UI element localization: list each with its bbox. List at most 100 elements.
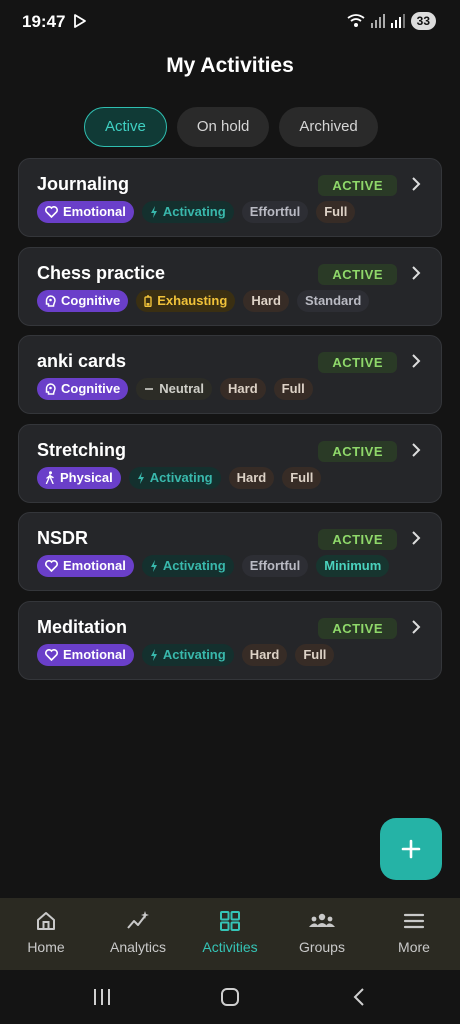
groups-icon [309, 913, 335, 927]
add-activity-button[interactable] [380, 818, 442, 880]
tag-list: Emotional Activating Effortful Full [37, 201, 356, 223]
status-time: 19:47 [22, 12, 66, 31]
home-icon [37, 912, 55, 930]
activity-name: anki cards [37, 351, 127, 371]
tag-list: Physical Activating Hard Full [37, 466, 322, 489]
tag-activating: Activating [128, 466, 221, 489]
tag-label: Cognitive [61, 381, 121, 396]
tag-effort: Hard [243, 289, 289, 312]
tag-effort: Effortful [241, 201, 309, 223]
status-badge: ACTIVE [318, 529, 397, 550]
filter-tabs: Active On hold Archived [84, 107, 378, 147]
brain-icon [45, 294, 56, 307]
plus-icon [401, 839, 421, 859]
tag-intensity: Full [273, 378, 313, 400]
status-icons: 33 [347, 12, 436, 30]
tag-cognitive: Cognitive [37, 378, 129, 400]
tag-label: Activating [149, 469, 213, 485]
tag-intensity: Minimum [316, 555, 390, 577]
activity-name: Journaling [37, 174, 130, 194]
battery-indicator: 33 [410, 12, 436, 30]
nav-label: Activities [202, 939, 258, 955]
tag-label: Activating [162, 558, 226, 573]
tab-on-hold[interactable]: On hold [176, 107, 270, 147]
system-nav-bar [0, 970, 460, 1024]
menu-icon [403, 913, 425, 929]
nav-item-analytics[interactable]: Analytics [92, 898, 184, 970]
status-badge: ACTIVE [318, 352, 397, 373]
tag-activating: Activating [141, 643, 234, 666]
tag-label: Emotional [63, 646, 126, 662]
nav-label: Groups [299, 939, 345, 955]
chevron-right-icon [412, 177, 421, 191]
bolt-icon [150, 206, 157, 218]
nav-label: More [398, 939, 430, 955]
nav-item-more[interactable]: More [368, 898, 460, 970]
tag-list: Emotional Activating Hard Full [37, 643, 335, 666]
tag-list: Emotional Activating Effortful Minimum [37, 555, 390, 577]
bottom-nav: Home Analytics Activities Groups More [0, 898, 460, 970]
status-badge: ACTIVE [318, 175, 397, 196]
tag-label: Emotional [63, 558, 126, 573]
activity-name: NSDR [37, 528, 89, 548]
tag-label: Physical [60, 469, 113, 485]
heart-icon [45, 206, 58, 218]
tag-emotional: Emotional [37, 555, 134, 577]
activity-name: Chess practice [37, 262, 166, 283]
bolt-icon [150, 560, 157, 572]
grid-icon [220, 911, 240, 931]
chevron-right-icon [412, 442, 421, 457]
tag-physical: Physical [37, 466, 121, 489]
nav-label: Home [27, 939, 65, 955]
signal-icon-2 [390, 14, 405, 28]
tag-intensity: Standard [296, 289, 370, 312]
tag-label: Activating [162, 204, 226, 219]
battery-low-icon [144, 294, 152, 307]
status-bar: 19:47 33 [0, 0, 460, 44]
page-title: My Activities [166, 54, 294, 77]
signal-icon [370, 14, 385, 28]
activity-name: Stretching [37, 439, 127, 460]
tab-archived[interactable]: Archived [279, 107, 378, 147]
activity-name: Meditation [37, 616, 127, 637]
status-badge: ACTIVE [318, 440, 397, 462]
tab-active[interactable]: Active [84, 107, 167, 147]
recent-apps-icon[interactable] [92, 988, 112, 1006]
brain-icon [45, 383, 56, 395]
tag-label: Activating [162, 646, 226, 662]
nav-item-home[interactable]: Home [0, 898, 92, 970]
activity-card-anki-cards[interactable]: anki cards ACTIVE Cognitive Neutral Hard… [18, 335, 442, 414]
chevron-right-icon [412, 354, 421, 368]
walking-icon [45, 471, 54, 484]
wifi-icon [347, 14, 365, 27]
chevron-right-icon [412, 265, 421, 280]
activity-card-stretching[interactable]: Stretching ACTIVE Physical Activating Ha… [18, 423, 442, 503]
tag-intensity: Full [295, 643, 335, 666]
status-badge: ACTIVE [318, 617, 397, 639]
tag-label: Emotional [63, 204, 126, 219]
tag-intensity: Full [316, 201, 356, 223]
tag-label: Cognitive [61, 292, 121, 308]
minus-icon [145, 388, 154, 390]
tag-emotional: Emotional [37, 201, 134, 223]
nav-item-activities[interactable]: Activities [184, 898, 276, 970]
tag-activating: Activating [141, 555, 234, 577]
activity-list: Journaling ACTIVE Emotional Activating E… [18, 158, 442, 689]
tag-label: Neutral [159, 381, 205, 396]
activity-card-journaling[interactable]: Journaling ACTIVE Emotional Activating E… [18, 158, 442, 237]
back-icon[interactable] [352, 988, 366, 1006]
activity-card-chess-practice[interactable]: Chess practice ACTIVE Cognitive Exhausti… [18, 246, 442, 326]
tag-effort: Hard [241, 643, 288, 666]
play-store-icon [74, 14, 86, 28]
tag-activating: Activating [141, 201, 234, 223]
nav-item-groups[interactable]: Groups [276, 898, 368, 970]
activity-card-meditation[interactable]: Meditation ACTIVE Emotional Activating H… [18, 600, 442, 680]
activity-card-nsdr[interactable]: NSDR ACTIVE Emotional Activating Effortf… [18, 512, 442, 591]
tag-cognitive: Cognitive [37, 289, 129, 312]
chevron-right-icon [412, 531, 421, 545]
tag-neutral: Neutral [136, 378, 213, 400]
tag-effort: Effortful [241, 555, 309, 577]
heart-icon [45, 560, 58, 572]
bolt-icon [150, 648, 157, 661]
home-button-icon[interactable] [220, 988, 240, 1006]
